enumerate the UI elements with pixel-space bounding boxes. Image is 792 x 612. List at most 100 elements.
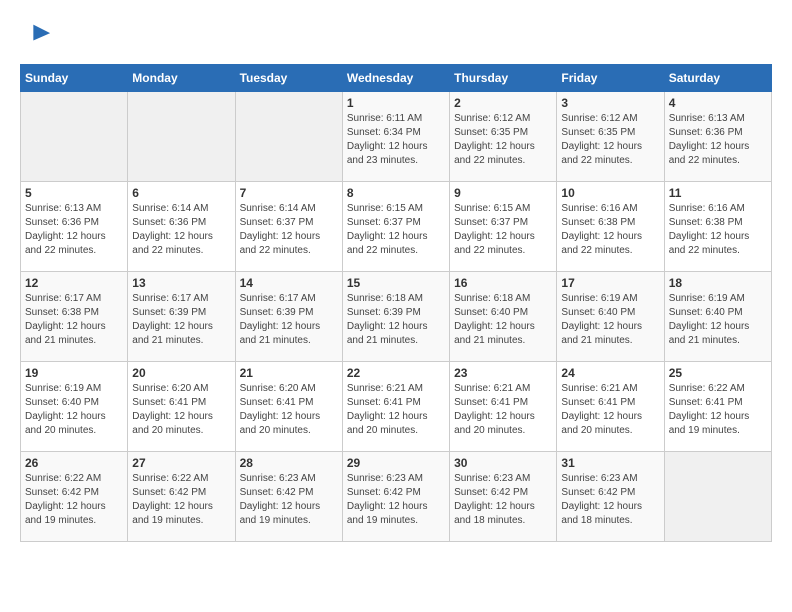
- day-info: Sunrise: 6:23 AMSunset: 6:42 PMDaylight:…: [347, 472, 445, 528]
- weekday-header: Friday: [557, 65, 664, 92]
- weekday-header: Wednesday: [342, 65, 449, 92]
- day-info: Sunrise: 6:16 AMSunset: 6:38 PMDaylight:…: [669, 202, 767, 258]
- calendar-day: 15 Sunrise: 6:18 AMSunset: 6:39 PMDaylig…: [342, 272, 449, 362]
- calendar-day: 2 Sunrise: 6:12 AMSunset: 6:35 PMDayligh…: [450, 92, 557, 182]
- day-info: Sunrise: 6:12 AMSunset: 6:35 PMDaylight:…: [454, 112, 552, 168]
- day-number: 14: [240, 276, 338, 290]
- day-number: 20: [132, 366, 230, 380]
- calendar-day: 28 Sunrise: 6:23 AMSunset: 6:42 PMDaylig…: [235, 452, 342, 542]
- day-number: 17: [561, 276, 659, 290]
- day-number: 13: [132, 276, 230, 290]
- day-info: Sunrise: 6:22 AMSunset: 6:41 PMDaylight:…: [669, 382, 767, 438]
- day-number: 6: [132, 186, 230, 200]
- calendar-day: 19 Sunrise: 6:19 AMSunset: 6:40 PMDaylig…: [21, 362, 128, 452]
- day-number: 31: [561, 456, 659, 470]
- weekday-header: Saturday: [664, 65, 771, 92]
- calendar-day: 26 Sunrise: 6:22 AMSunset: 6:42 PMDaylig…: [21, 452, 128, 542]
- calendar-day: 22 Sunrise: 6:21 AMSunset: 6:41 PMDaylig…: [342, 362, 449, 452]
- day-info: Sunrise: 6:19 AMSunset: 6:40 PMDaylight:…: [561, 292, 659, 348]
- day-info: Sunrise: 6:23 AMSunset: 6:42 PMDaylight:…: [240, 472, 338, 528]
- calendar-day: 5 Sunrise: 6:13 AMSunset: 6:36 PMDayligh…: [21, 182, 128, 272]
- calendar-day: [21, 92, 128, 182]
- day-number: 8: [347, 186, 445, 200]
- calendar-day: 29 Sunrise: 6:23 AMSunset: 6:42 PMDaylig…: [342, 452, 449, 542]
- calendar-day: 10 Sunrise: 6:16 AMSunset: 6:38 PMDaylig…: [557, 182, 664, 272]
- calendar-header: SundayMondayTuesdayWednesdayThursdayFrid…: [21, 65, 772, 92]
- weekday-header: Monday: [128, 65, 235, 92]
- day-info: Sunrise: 6:21 AMSunset: 6:41 PMDaylight:…: [454, 382, 552, 438]
- day-number: 7: [240, 186, 338, 200]
- day-info: Sunrise: 6:16 AMSunset: 6:38 PMDaylight:…: [561, 202, 659, 258]
- day-number: 9: [454, 186, 552, 200]
- day-info: Sunrise: 6:13 AMSunset: 6:36 PMDaylight:…: [669, 112, 767, 168]
- calendar-day: 16 Sunrise: 6:18 AMSunset: 6:40 PMDaylig…: [450, 272, 557, 362]
- calendar-day: [235, 92, 342, 182]
- day-number: 18: [669, 276, 767, 290]
- calendar-day: 23 Sunrise: 6:21 AMSunset: 6:41 PMDaylig…: [450, 362, 557, 452]
- calendar-day: 13 Sunrise: 6:17 AMSunset: 6:39 PMDaylig…: [128, 272, 235, 362]
- day-info: Sunrise: 6:18 AMSunset: 6:39 PMDaylight:…: [347, 292, 445, 348]
- calendar-day: 27 Sunrise: 6:22 AMSunset: 6:42 PMDaylig…: [128, 452, 235, 542]
- calendar-day: 6 Sunrise: 6:14 AMSunset: 6:36 PMDayligh…: [128, 182, 235, 272]
- calendar-day: 14 Sunrise: 6:17 AMSunset: 6:39 PMDaylig…: [235, 272, 342, 362]
- day-info: Sunrise: 6:23 AMSunset: 6:42 PMDaylight:…: [561, 472, 659, 528]
- day-info: Sunrise: 6:21 AMSunset: 6:41 PMDaylight:…: [347, 382, 445, 438]
- calendar-day: 30 Sunrise: 6:23 AMSunset: 6:42 PMDaylig…: [450, 452, 557, 542]
- day-info: Sunrise: 6:14 AMSunset: 6:36 PMDaylight:…: [132, 202, 230, 258]
- calendar-day: 11 Sunrise: 6:16 AMSunset: 6:38 PMDaylig…: [664, 182, 771, 272]
- weekday-header: Tuesday: [235, 65, 342, 92]
- day-info: Sunrise: 6:17 AMSunset: 6:39 PMDaylight:…: [132, 292, 230, 348]
- day-number: 25: [669, 366, 767, 380]
- logo: [20, 20, 52, 48]
- calendar-day: [664, 452, 771, 542]
- day-number: 30: [454, 456, 552, 470]
- calendar-week: 1 Sunrise: 6:11 AMSunset: 6:34 PMDayligh…: [21, 92, 772, 182]
- day-number: 28: [240, 456, 338, 470]
- day-number: 2: [454, 96, 552, 110]
- calendar-day: 20 Sunrise: 6:20 AMSunset: 6:41 PMDaylig…: [128, 362, 235, 452]
- calendar-day: 17 Sunrise: 6:19 AMSunset: 6:40 PMDaylig…: [557, 272, 664, 362]
- day-number: 23: [454, 366, 552, 380]
- day-number: 16: [454, 276, 552, 290]
- day-info: Sunrise: 6:20 AMSunset: 6:41 PMDaylight:…: [132, 382, 230, 438]
- calendar-table: SundayMondayTuesdayWednesdayThursdayFrid…: [20, 64, 772, 542]
- calendar-day: 1 Sunrise: 6:11 AMSunset: 6:34 PMDayligh…: [342, 92, 449, 182]
- day-info: Sunrise: 6:20 AMSunset: 6:41 PMDaylight:…: [240, 382, 338, 438]
- day-number: 21: [240, 366, 338, 380]
- calendar-day: 7 Sunrise: 6:14 AMSunset: 6:37 PMDayligh…: [235, 182, 342, 272]
- day-info: Sunrise: 6:19 AMSunset: 6:40 PMDaylight:…: [25, 382, 123, 438]
- day-number: 15: [347, 276, 445, 290]
- day-info: Sunrise: 6:17 AMSunset: 6:38 PMDaylight:…: [25, 292, 123, 348]
- day-info: Sunrise: 6:23 AMSunset: 6:42 PMDaylight:…: [454, 472, 552, 528]
- weekday-header: Sunday: [21, 65, 128, 92]
- calendar-day: 18 Sunrise: 6:19 AMSunset: 6:40 PMDaylig…: [664, 272, 771, 362]
- day-info: Sunrise: 6:17 AMSunset: 6:39 PMDaylight:…: [240, 292, 338, 348]
- day-info: Sunrise: 6:19 AMSunset: 6:40 PMDaylight:…: [669, 292, 767, 348]
- calendar-day: 31 Sunrise: 6:23 AMSunset: 6:42 PMDaylig…: [557, 452, 664, 542]
- calendar-day: 4 Sunrise: 6:13 AMSunset: 6:36 PMDayligh…: [664, 92, 771, 182]
- calendar-day: 9 Sunrise: 6:15 AMSunset: 6:37 PMDayligh…: [450, 182, 557, 272]
- day-info: Sunrise: 6:15 AMSunset: 6:37 PMDaylight:…: [347, 202, 445, 258]
- calendar-week: 26 Sunrise: 6:22 AMSunset: 6:42 PMDaylig…: [21, 452, 772, 542]
- calendar-day: 21 Sunrise: 6:20 AMSunset: 6:41 PMDaylig…: [235, 362, 342, 452]
- calendar-day: [128, 92, 235, 182]
- day-number: 29: [347, 456, 445, 470]
- calendar-day: 12 Sunrise: 6:17 AMSunset: 6:38 PMDaylig…: [21, 272, 128, 362]
- day-info: Sunrise: 6:15 AMSunset: 6:37 PMDaylight:…: [454, 202, 552, 258]
- day-number: 26: [25, 456, 123, 470]
- day-number: 4: [669, 96, 767, 110]
- day-info: Sunrise: 6:22 AMSunset: 6:42 PMDaylight:…: [132, 472, 230, 528]
- day-info: Sunrise: 6:11 AMSunset: 6:34 PMDaylight:…: [347, 112, 445, 168]
- day-info: Sunrise: 6:13 AMSunset: 6:36 PMDaylight:…: [25, 202, 123, 258]
- weekday-header: Thursday: [450, 65, 557, 92]
- day-number: 27: [132, 456, 230, 470]
- calendar-week: 12 Sunrise: 6:17 AMSunset: 6:38 PMDaylig…: [21, 272, 772, 362]
- page-header: [20, 20, 772, 48]
- day-info: Sunrise: 6:21 AMSunset: 6:41 PMDaylight:…: [561, 382, 659, 438]
- day-number: 10: [561, 186, 659, 200]
- day-number: 22: [347, 366, 445, 380]
- day-info: Sunrise: 6:22 AMSunset: 6:42 PMDaylight:…: [25, 472, 123, 528]
- calendar-week: 5 Sunrise: 6:13 AMSunset: 6:36 PMDayligh…: [21, 182, 772, 272]
- day-number: 24: [561, 366, 659, 380]
- calendar-week: 19 Sunrise: 6:19 AMSunset: 6:40 PMDaylig…: [21, 362, 772, 452]
